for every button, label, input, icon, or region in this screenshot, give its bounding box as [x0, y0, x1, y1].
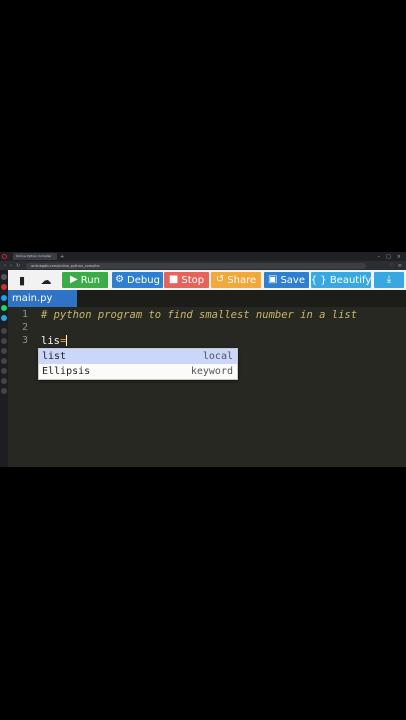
download-button[interactable]: ⤓	[374, 272, 404, 288]
maximize-icon[interactable]: □	[386, 254, 391, 260]
debug-icon: ⚙	[115, 274, 125, 285]
stop-button[interactable]: ■ Stop	[164, 272, 209, 288]
autocomplete-item[interactable]: Ellipsis keyword	[39, 364, 237, 379]
share-button[interactable]: ↺ Share	[211, 272, 261, 288]
url-input[interactable]: onlinegdb.com/online_python_compiler	[26, 262, 367, 269]
beautify-button[interactable]: { } Beautify	[311, 272, 371, 288]
save-button[interactable]: ▣ Save	[264, 272, 309, 288]
minimize-icon[interactable]: –	[378, 254, 381, 260]
forward-icon[interactable]: ›	[10, 263, 12, 269]
code-text: lis	[41, 335, 60, 347]
debug-button[interactable]: ⚙ Debug	[112, 272, 163, 288]
share-icon: ↺	[215, 274, 225, 285]
download-sidebar-icon[interactable]	[1, 368, 7, 374]
messenger-icon[interactable]	[1, 295, 7, 301]
menu-icon[interactable]: ≡	[398, 263, 402, 269]
settings-icon[interactable]	[1, 378, 7, 384]
bookmark-icon[interactable]: ♡	[389, 263, 393, 269]
file-icon: ▮	[18, 273, 26, 287]
back-icon[interactable]: ‹	[4, 263, 6, 269]
upload-button[interactable]: ☁	[35, 272, 57, 288]
reload-icon[interactable]: ↻	[16, 263, 20, 269]
cloud-upload-icon: ☁	[40, 273, 52, 287]
window-controls: – □ ×	[378, 254, 406, 260]
text-cursor	[66, 335, 68, 346]
browser-tab-bar: Online Python Compiler + – □ ×	[0, 252, 406, 261]
code-line-3: lis=	[41, 335, 68, 347]
address-bar-icons: ♡ ≡	[389, 263, 406, 269]
ide-toolbar: ▮ ☁ ▶ Run ⚙ Debug ■ Stop ↺ Share ▣ Save …	[8, 270, 406, 290]
autocomplete-popup: list local Ellipsis keyword	[38, 348, 238, 380]
tab-main-py[interactable]: main.py	[8, 290, 77, 307]
run-button[interactable]: ▶ Run	[62, 272, 108, 288]
address-bar: ‹ › ↻ onlinegdb.com/online_python_compil…	[0, 261, 406, 270]
save-icon: ▣	[268, 274, 278, 285]
line-number: 2	[22, 322, 29, 333]
play-icon: ▶	[70, 274, 78, 285]
browser-tab[interactable]: Online Python Compiler	[13, 253, 57, 260]
new-file-button[interactable]: ▮	[11, 272, 33, 288]
heart-icon[interactable]	[1, 338, 7, 344]
new-tab-icon[interactable]: +	[60, 254, 64, 260]
browser-sidebar	[0, 270, 8, 467]
code-editor[interactable]: 1 2 3 # python program to find smallest …	[8, 307, 406, 467]
history-icon[interactable]	[1, 358, 7, 364]
home-icon[interactable]	[1, 274, 7, 280]
cube-icon[interactable]	[1, 348, 7, 354]
line-number: 3	[22, 335, 29, 346]
telegram-icon[interactable]	[1, 315, 7, 321]
close-icon[interactable]: ×	[397, 254, 401, 260]
opera-logo-icon	[2, 254, 7, 259]
autocomplete-item[interactable]: list local	[39, 349, 237, 364]
file-tabs: main.py	[8, 290, 406, 307]
line-number: 1	[22, 309, 29, 320]
screen: Online Python Compiler + – □ × ‹ › ↻ onl…	[0, 252, 406, 467]
more-icon[interactable]	[1, 388, 7, 394]
stop-icon: ■	[168, 274, 179, 285]
whatsapp-icon[interactable]	[1, 305, 7, 311]
clock-icon[interactable]	[1, 328, 7, 334]
app-icon[interactable]	[1, 284, 7, 290]
code-line-1: # python program to find smallest number…	[41, 309, 358, 321]
download-icon: ⤓	[386, 274, 392, 285]
